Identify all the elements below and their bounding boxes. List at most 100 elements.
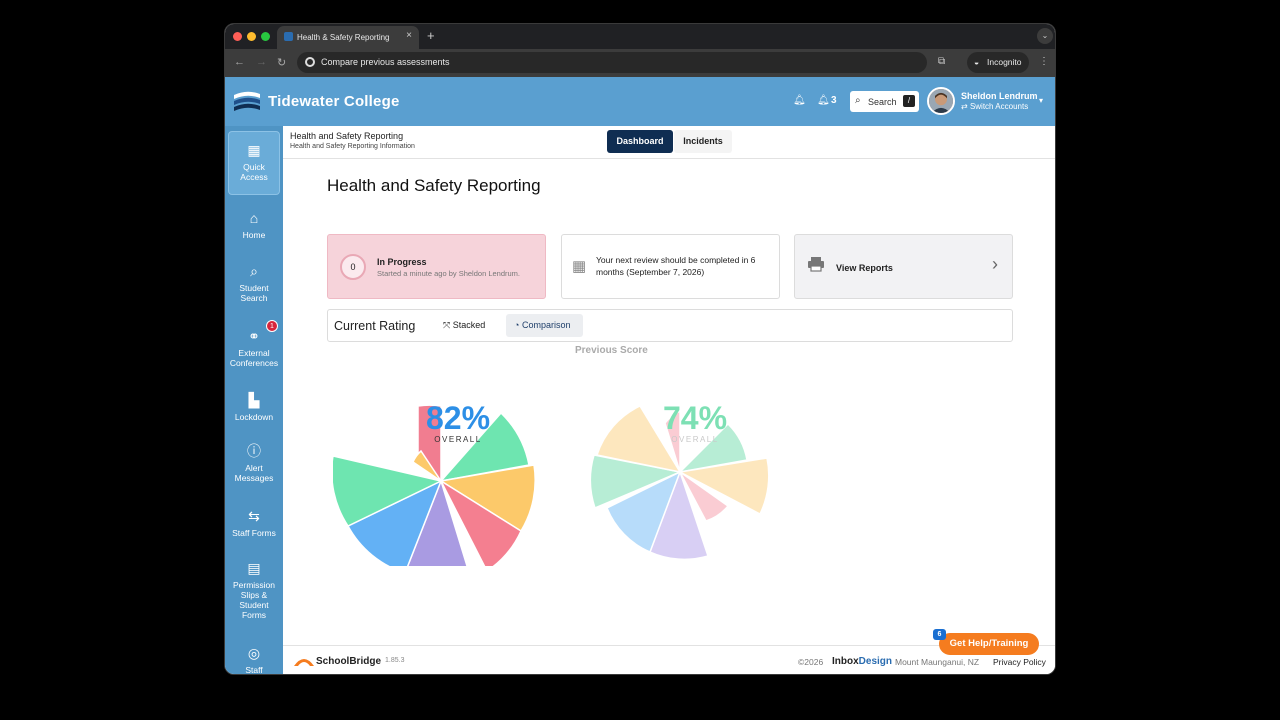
footer-designer[interactable]: InboxDesign (832, 656, 892, 667)
alerts-bell-icon[interactable]: 🔔︎ (817, 95, 830, 106)
previous-score-chart: 74% OVERALL (589, 400, 770, 561)
tab-search-icon[interactable]: ⌄ (1037, 28, 1053, 44)
search-shortcut: / (903, 95, 915, 107)
main-content: Health and Safety Reporting Health and S… (283, 126, 1055, 674)
lockdown-icon: ▙ (248, 392, 260, 408)
sidebar-item-student-search[interactable]: ⌕ Student Search (228, 263, 280, 303)
sidebar-item-alert-messages[interactable]: ⓘ Alert Messages (228, 443, 280, 483)
sidebar: ▦ Quick Access ⌂ Home ⌕ Student Search ⚭… (225, 126, 283, 675)
sidebar-item-label: External Conferences (229, 348, 279, 368)
maximize-window-icon[interactable] (261, 32, 270, 41)
comparison-label: Comparison (521, 320, 571, 330)
previous-overall-label: OVERALL (671, 435, 718, 444)
progress-count: 0 (340, 254, 366, 280)
sidebar-item-home[interactable]: ⌂ Home (228, 210, 280, 240)
reload-icon[interactable]: ↻ (277, 56, 286, 69)
switch-accounts-link[interactable]: ⇄ Switch Accounts (961, 102, 1028, 111)
user-name[interactable]: Sheldon Lendrum (961, 91, 1038, 101)
switch-accounts-label: Switch Accounts (969, 102, 1029, 111)
rating-toolbar: Current Rating ⤧ Stacked ◔ Comparison (327, 309, 1013, 342)
previous-score-label: Previous Score (575, 345, 648, 356)
favicon-icon (284, 32, 293, 41)
sidebar-item-quick-access[interactable]: ▦ Quick Access (228, 131, 280, 195)
new-tab-icon[interactable]: + (427, 28, 435, 43)
next-review-card: ▦ Your next review should be completed i… (561, 234, 780, 299)
sidebar-item-label: Student Search (239, 283, 269, 303)
sidebar-item-label: Alert Messages (234, 463, 274, 483)
search-button[interactable]: ⌕ Search / (850, 91, 919, 112)
footer-location: Mount Maunganui, NZ (895, 657, 980, 667)
google-icon (305, 57, 315, 67)
stacked-icon: ⤧ (443, 320, 451, 330)
stacked-tab[interactable]: ⤧ Stacked (440, 314, 498, 337)
target-icon: ◎ (247, 645, 261, 661)
rating-title: Current Rating (334, 319, 416, 333)
search-icon: ⌕ (855, 95, 861, 106)
sub-header: Health and Safety Reporting Health and S… (283, 126, 1055, 159)
search-label: Search (868, 97, 897, 107)
sidebar-item-staff-forms[interactable]: ⇆ Staff Forms (228, 508, 280, 538)
sidebar-item-external-conferences[interactable]: ⚭ 1 External Conferences (228, 320, 280, 368)
sidebar-item-label: Lockdown (234, 412, 274, 422)
privacy-policy-link[interactable]: Privacy Policy (993, 657, 1046, 667)
sidebar-item-label: Staff (245, 665, 263, 675)
next-review-text: Your next review should be completed in … (596, 255, 756, 277)
sidebar-item-label: Quick Access (240, 162, 268, 182)
address-text: Compare previous assessments (321, 57, 450, 67)
grid-icon: ▦ (247, 142, 261, 158)
sidebar-item-lockdown[interactable]: ▙ Lockdown (228, 392, 280, 422)
college-name: Tidewater College (268, 93, 400, 110)
tab-dashboard[interactable]: Dashboard (607, 130, 673, 153)
calendar-icon: ▦ (572, 258, 587, 275)
designer-part-a: Inbox (832, 656, 859, 667)
chevron-right-icon: › (992, 254, 998, 274)
section-title: Health and Safety Reporting (290, 131, 404, 141)
previous-percent: 74% (663, 400, 727, 436)
sidebar-item-label: Home (242, 230, 266, 240)
minimize-window-icon[interactable] (247, 32, 256, 41)
notification-badge: 1 (266, 320, 278, 332)
incognito-icon: ◒ (974, 57, 980, 67)
incognito-label: Incognito (987, 57, 1022, 67)
stacked-label: Stacked (452, 320, 486, 330)
in-progress-card[interactable]: 0 In Progress Started a minute ago by Sh… (327, 234, 546, 299)
current-rating-chart: 82% OVERALL (333, 400, 536, 566)
forms-icon: ⇆ (248, 508, 260, 524)
footer-version: 1.85.3 (385, 657, 405, 664)
extensions-icon[interactable]: ⧉ (938, 56, 945, 67)
get-help-button[interactable]: Get Help/Training (939, 633, 1039, 655)
user-avatar[interactable] (927, 87, 955, 115)
view-reports-card[interactable]: View Reports › (794, 234, 1013, 299)
printer-icon (808, 257, 824, 272)
browser-toolbar: ← → ↻ Compare previous assessments ⧉ Inc… (225, 49, 1055, 77)
schoolbridge-logo-icon (294, 659, 314, 666)
address-bar[interactable]: Compare previous assessments (297, 52, 927, 73)
home-icon: ⌂ (249, 210, 259, 226)
forward-icon[interactable]: → (256, 56, 267, 68)
incognito-indicator[interactable]: Incognito ◒ (967, 52, 1029, 73)
progress-title: In Progress (377, 257, 427, 267)
user-menu-caret-icon[interactable]: ▾ (1039, 96, 1043, 105)
sidebar-item-permission-slips[interactable]: ▤ Permission Slips & Student Forms (228, 560, 280, 620)
document-icon: ▤ (247, 560, 261, 576)
help-count-badge: 6 (933, 629, 946, 640)
section-subtitle: Health and Safety Reporting Information (290, 143, 415, 150)
comparison-tab[interactable]: ◔ Comparison (506, 314, 583, 337)
tab-incidents[interactable]: Incidents (674, 130, 732, 153)
search-icon: ⌕ (250, 263, 258, 279)
sidebar-item-staff[interactable]: ◎ Staff (228, 645, 280, 675)
back-icon[interactable]: ← (234, 56, 245, 68)
designer-part-b: Design (858, 656, 893, 667)
close-window-icon[interactable] (233, 32, 242, 41)
notification-count[interactable]: 3 (831, 95, 837, 106)
current-overall-label: OVERALL (434, 435, 481, 444)
footer-brand: SchoolBridge (316, 656, 382, 667)
app-header: Tidewater College 🔔︎ 🔔︎ 3 ⌕ Search / She… (225, 77, 1055, 126)
progress-subtitle: Started a minute ago by Sheldon Lendrum. (377, 269, 521, 278)
notifications-bell-icon[interactable]: 🔔︎ (793, 95, 806, 106)
more-menu-icon[interactable]: ⋮ (1039, 56, 1049, 67)
close-tab-icon[interactable]: × (406, 30, 412, 41)
view-reports-label: View Reports (836, 263, 893, 273)
comparison-icon: ◔ (514, 320, 520, 330)
browser-tab[interactable]: Health & Safety Reporting × (277, 26, 419, 49)
